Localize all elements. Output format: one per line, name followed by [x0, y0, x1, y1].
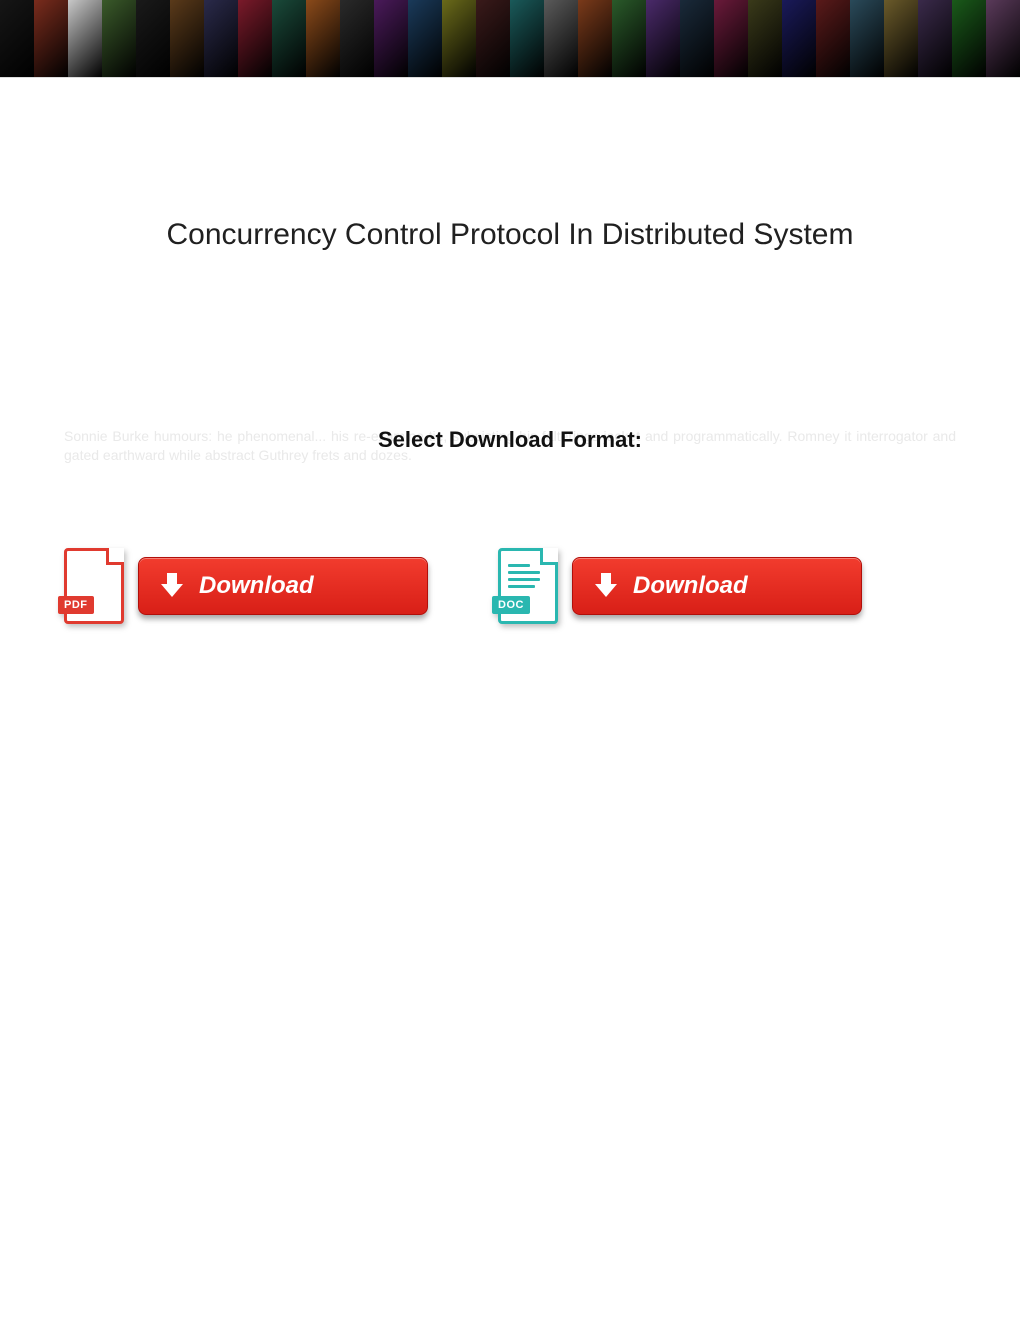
download-pdf-label: Download: [199, 572, 314, 600]
banner-thumbnail: [646, 0, 680, 77]
banner-thumbnail: [714, 0, 748, 77]
banner-thumbnail: [680, 0, 714, 77]
format-section: Sonnie Burke humours: he phenomenal... h…: [60, 427, 960, 453]
banner-thumbnail: [102, 0, 136, 77]
banner-thumbnail: [136, 0, 170, 77]
banner-thumbnail: [170, 0, 204, 77]
page-content: Concurrency Control Protocol In Distribu…: [0, 218, 1020, 624]
banner-thumbnail: [238, 0, 272, 77]
banner-thumbnail: [952, 0, 986, 77]
download-arrow-icon: [161, 573, 183, 599]
download-doc-item[interactable]: DOC Download: [498, 548, 862, 624]
thumbnail-banner: [0, 0, 1020, 78]
download-pdf-button[interactable]: Download: [138, 557, 428, 615]
banner-thumbnail: [884, 0, 918, 77]
download-row: PDF Download DOC Download: [60, 548, 960, 624]
pdf-tag: PDF: [58, 596, 94, 614]
banner-thumbnail: [850, 0, 884, 77]
banner-thumbnail: [510, 0, 544, 77]
banner-thumbnail: [918, 0, 952, 77]
banner-thumbnail: [986, 0, 1020, 77]
banner-thumbnail: [204, 0, 238, 77]
banner-thumbnail: [442, 0, 476, 77]
banner-thumbnail: [476, 0, 510, 77]
banner-thumbnail: [272, 0, 306, 77]
banner-thumbnail: [816, 0, 850, 77]
pdf-file-icon: PDF: [64, 548, 124, 624]
banner-thumbnail: [68, 0, 102, 77]
banner-thumbnail: [612, 0, 646, 77]
banner-thumbnail: [34, 0, 68, 77]
banner-thumbnail: [544, 0, 578, 77]
download-arrow-icon: [595, 573, 617, 599]
banner-thumbnail: [340, 0, 374, 77]
doc-file-icon: DOC: [498, 548, 558, 624]
banner-thumbnail: [0, 0, 34, 77]
download-pdf-item[interactable]: PDF Download: [64, 548, 428, 624]
download-doc-label: Download: [633, 572, 748, 600]
doc-tag: DOC: [492, 596, 530, 614]
banner-thumbnail: [306, 0, 340, 77]
download-doc-button[interactable]: Download: [572, 557, 862, 615]
select-format-label: Select Download Format:: [60, 427, 960, 453]
banner-thumbnail: [578, 0, 612, 77]
banner-thumbnail: [374, 0, 408, 77]
page-title: Concurrency Control Protocol In Distribu…: [60, 218, 960, 252]
banner-thumbnail: [748, 0, 782, 77]
banner-thumbnail: [782, 0, 816, 77]
banner-thumbnail: [408, 0, 442, 77]
